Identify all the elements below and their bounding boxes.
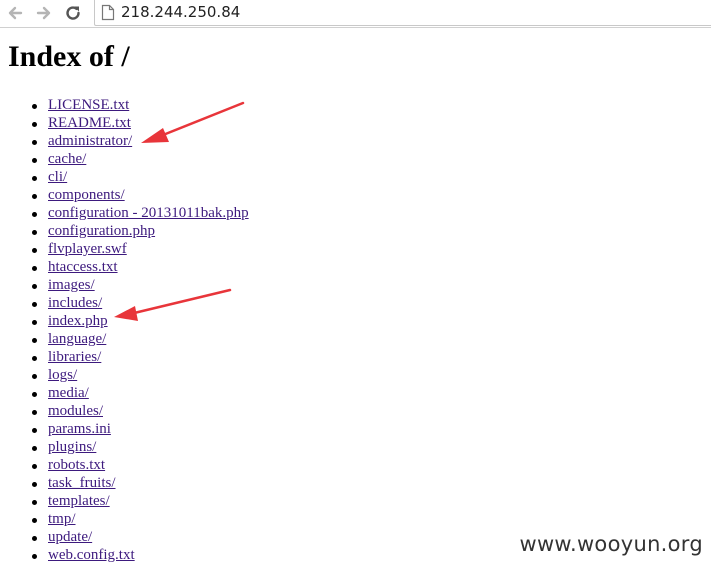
list-item: update/	[0, 528, 249, 546]
file-link[interactable]: flvplayer.swf	[48, 241, 127, 257]
arrow-left-icon	[8, 6, 23, 20]
list-item: index.php	[0, 312, 249, 330]
address-bar[interactable]: 218.244.250.84	[94, 0, 711, 26]
list-item: media/	[0, 384, 249, 402]
list-item: libraries/	[0, 348, 249, 366]
forward-button[interactable]	[33, 2, 55, 24]
file-link[interactable]: configuration - 20131011bak.php	[48, 205, 249, 221]
reload-icon	[66, 6, 80, 20]
browser-toolbar: 218.244.250.84	[0, 0, 711, 28]
list-item: logs/	[0, 366, 249, 384]
file-link[interactable]: images/	[48, 277, 95, 293]
file-link[interactable]: index.php	[48, 313, 108, 329]
file-link[interactable]: htaccess.txt	[48, 259, 118, 275]
file-link[interactable]: update/	[48, 529, 92, 545]
list-item: README.txt	[0, 114, 249, 132]
list-item: LICENSE.txt	[0, 96, 249, 114]
list-item: htaccess.txt	[0, 258, 249, 276]
list-item: flvplayer.swf	[0, 240, 249, 258]
list-item: cli/	[0, 168, 249, 186]
file-link[interactable]: cli/	[48, 169, 67, 185]
list-item: params.ini	[0, 420, 249, 438]
list-item: templates/	[0, 492, 249, 510]
file-link[interactable]: administrator/	[48, 133, 132, 149]
list-item: tmp/	[0, 510, 249, 528]
file-link[interactable]: templates/	[48, 493, 110, 509]
toolbar-divider	[0, 27, 711, 28]
file-link[interactable]: web.config.txt	[48, 547, 135, 563]
file-link[interactable]: tmp/	[48, 511, 76, 527]
back-button[interactable]	[4, 2, 26, 24]
list-item: web.config.txt	[0, 546, 249, 564]
list-item: configuration - 20131011bak.php	[0, 204, 249, 222]
file-link[interactable]: LICENSE.txt	[48, 97, 129, 113]
url-text[interactable]: 218.244.250.84	[121, 3, 240, 21]
list-item: modules/	[0, 402, 249, 420]
list-item: configuration.php	[0, 222, 249, 240]
watermark: www.wooyun.org	[519, 532, 703, 556]
list-item: task_fruits/	[0, 474, 249, 492]
reload-button[interactable]	[62, 2, 84, 24]
file-link[interactable]: configuration.php	[48, 223, 155, 239]
file-list: LICENSE.txt README.txt administrator/cache…	[0, 96, 249, 564]
file-link[interactable]: task_fruits/	[48, 475, 116, 491]
file-link[interactable]: includes/	[48, 295, 102, 311]
page-title: Index of /	[8, 40, 130, 73]
list-item: cache/	[0, 150, 249, 168]
list-item: images/	[0, 276, 249, 294]
list-item: language/	[0, 330, 249, 348]
list-item: robots.txt	[0, 456, 249, 474]
file-link[interactable]: language/	[48, 331, 106, 347]
list-item: includes/	[0, 294, 249, 312]
file-link[interactable]: logs/	[48, 367, 77, 383]
list-item: administrator/	[0, 132, 249, 150]
file-link[interactable]: cache/	[48, 151, 86, 167]
file-link[interactable]: libraries/	[48, 349, 101, 365]
file-link[interactable]: plugins/	[48, 439, 96, 455]
file-link[interactable]: robots.txt	[48, 457, 105, 473]
file-link[interactable]: media/	[48, 385, 89, 401]
file-link[interactable]: modules/	[48, 403, 103, 419]
file-link[interactable]: components/	[48, 187, 125, 203]
list-item: components/	[0, 186, 249, 204]
page-icon	[101, 4, 115, 21]
file-link[interactable]: params.ini	[48, 421, 111, 437]
file-link[interactable]: README.txt	[48, 115, 131, 131]
list-item: plugins/	[0, 438, 249, 456]
arrow-right-icon	[36, 6, 51, 20]
